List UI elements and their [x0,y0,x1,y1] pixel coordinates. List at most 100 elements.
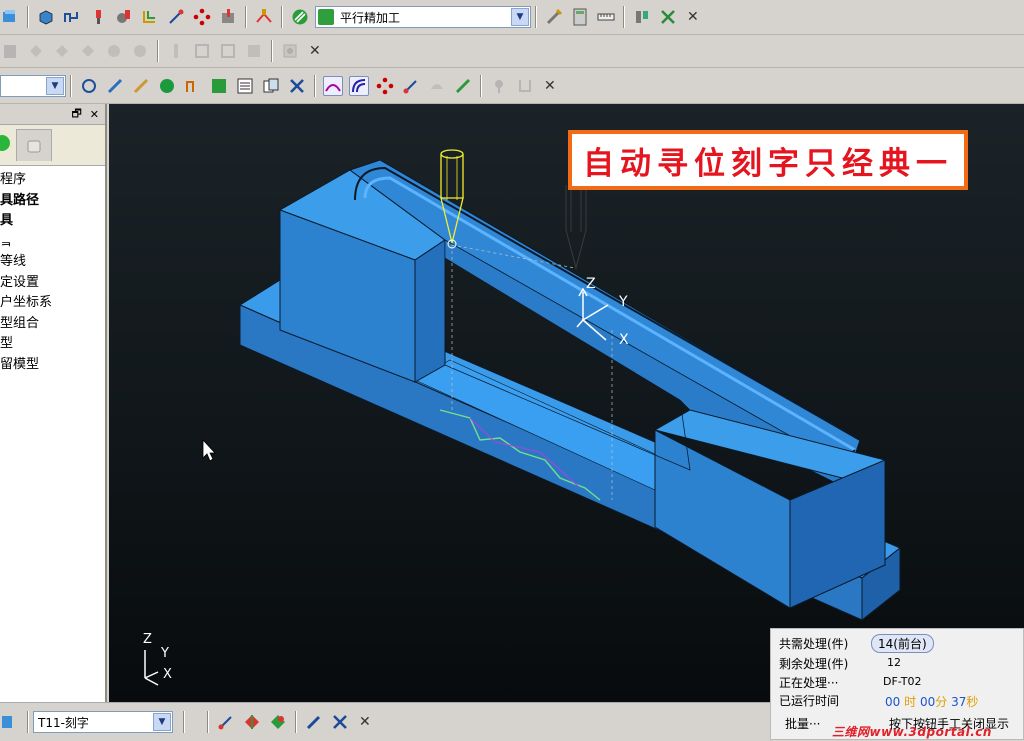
remain-value: 12 [887,656,901,669]
curve-icon[interactable] [166,41,186,61]
tree-item[interactable]: 等线 [0,252,105,273]
simulate-icon[interactable] [131,76,151,96]
bottom-toolbar: T11-刻字 ▼ ✕ [0,702,770,741]
edit-pencil-icon[interactable] [304,712,324,732]
view-combo[interactable]: ▼ [0,74,66,97]
elapsed-time: 00 时 00分 37秒 [885,695,979,709]
caption-banner: 自动寻位刻字只经典一 [568,130,968,190]
tool-point-icon[interactable] [216,712,236,732]
batch-button[interactable]: 批量··· [785,715,820,732]
check-icon[interactable] [183,76,203,96]
explorer-tab-icon[interactable] [0,135,10,151]
pin-icon[interactable] [489,76,509,96]
remain-label: 剩余处理(件) [779,657,849,671]
collision-check-icon[interactable] [242,712,262,732]
close-explorer-icon[interactable]: ✕ [90,108,99,121]
surface-edit-icon[interactable] [26,41,46,61]
feeds-speeds-icon[interactable] [114,7,134,27]
explorer-tabs [0,125,105,166]
gouge-check-icon[interactable] [268,712,288,732]
shading-icon[interactable] [79,76,99,96]
offset-icon[interactable] [349,75,369,96]
surface-icon[interactable] [427,76,447,96]
toolbar-row-2: ✕ [0,35,1024,68]
leads-links-icon[interactable] [140,7,160,27]
ncprogram-icon[interactable] [209,76,229,96]
chevron-down-icon[interactable]: ▼ [153,713,171,731]
transform-icon[interactable] [658,7,678,27]
axis-label-x: X [619,332,629,348]
explorer-header: 🗗 ✕ [0,104,105,125]
toolbar-row-1: 平行精加工 ▼ ✕ [0,0,1024,35]
tree-item[interactable]: ᆿ [0,232,105,253]
toolpath-stock-icon[interactable] [218,7,238,27]
solid-edit-icon[interactable] [104,41,124,61]
tree-item[interactable]: 具路径 [0,191,105,212]
tree-item[interactable]: 留模型 [0,355,105,376]
pencil-icon[interactable] [453,76,473,96]
explorer-panel: 🗗 ✕ 程序 具路径 具 ᆿ 等线 定设置 户坐标系 型组合 型 留模型 [0,104,107,702]
corner-axis-y: Y [161,646,169,661]
chevron-down-icon[interactable]: ▼ [511,8,529,26]
boundary-icon[interactable] [254,7,274,27]
solid-repair-icon[interactable] [130,41,150,61]
wireframe-view-icon[interactable] [105,76,125,96]
measure-icon[interactable] [596,7,616,27]
rapid-move-icon[interactable] [62,7,82,27]
point-icon[interactable] [401,76,421,96]
strategy-combo-value: 平行精加工 [340,10,401,25]
start-end-point-icon[interactable] [166,7,186,27]
pattern-icon[interactable] [375,76,395,96]
tree-item[interactable]: 型 [0,334,105,355]
tree-item[interactable]: 具 [0,211,105,232]
open-project-icon[interactable] [0,7,20,27]
corner-axis-z: Z [143,632,152,647]
mouse-cursor-icon [202,438,216,462]
close-bottom-toolbar-icon[interactable]: ✕ [359,714,371,730]
graphics-viewport[interactable]: Z Y X Z Y X [109,104,1024,702]
caption-text: 自动寻位刻字只经典一 [572,134,964,186]
delete-toolpath-icon[interactable] [330,712,350,732]
close-toolbar-2-icon[interactable]: ✕ [309,43,321,59]
tool-combo[interactable]: T11-刻字 ▼ [33,711,173,733]
chevron-down-icon[interactable]: ▼ [46,76,64,95]
tree-item[interactable]: 定设置 [0,273,105,294]
processing-label: 正在处理··· [779,676,839,690]
copy-icon[interactable] [261,76,281,96]
tool-library-icon[interactable] [0,712,20,732]
strategy-combo[interactable]: 平行精加工 ▼ [315,6,531,28]
calculate-icon[interactable] [544,7,564,27]
wireframe-edit-icon[interactable] [218,41,238,61]
close-toolbar-3-icon[interactable]: ✕ [544,78,556,94]
close-toolbar-1-icon[interactable]: ✕ [687,9,699,25]
record-icon[interactable] [280,41,300,61]
tree-item[interactable]: 户坐标系 [0,293,105,314]
axis-label-y: Y [619,294,628,310]
total-label: 共需处理(件) [779,637,849,651]
restore-icon[interactable]: 🗗 [71,105,81,124]
holder-icon[interactable] [515,76,535,96]
explorer-tab-2-icon[interactable] [16,129,52,161]
toolpath-diamond-icon[interactable] [192,7,212,27]
toolbar-row-3: ▼ ✕ [0,68,1024,104]
tree-item[interactable]: 型组合 [0,314,105,335]
toolpath-verify-icon[interactable] [157,76,177,96]
save-model-icon[interactable] [244,41,264,61]
corner-axis-x: X [163,667,172,682]
clipboard-icon[interactable] [0,41,20,61]
setup-sheet-icon[interactable] [235,76,255,96]
calculator-icon[interactable] [570,7,590,27]
strategy-selector-icon[interactable] [290,7,310,27]
raster-icon[interactable] [323,75,343,96]
explorer-tree: 程序 具路径 具 ᆿ 等线 定设置 户坐标系 型组合 型 留模型 [0,166,105,375]
wireframe-icon[interactable] [192,41,212,61]
model-view [144,149,901,686]
block-icon[interactable] [36,7,56,27]
delete-icon[interactable] [287,76,307,96]
processing-value: DF-T02 [883,675,922,688]
toolpath-connections-icon[interactable] [632,7,652,27]
surface-join-icon[interactable] [78,41,98,61]
tool-icon[interactable] [88,7,108,27]
tree-item[interactable]: 程序 [0,170,105,191]
surface-split-icon[interactable] [52,41,72,61]
